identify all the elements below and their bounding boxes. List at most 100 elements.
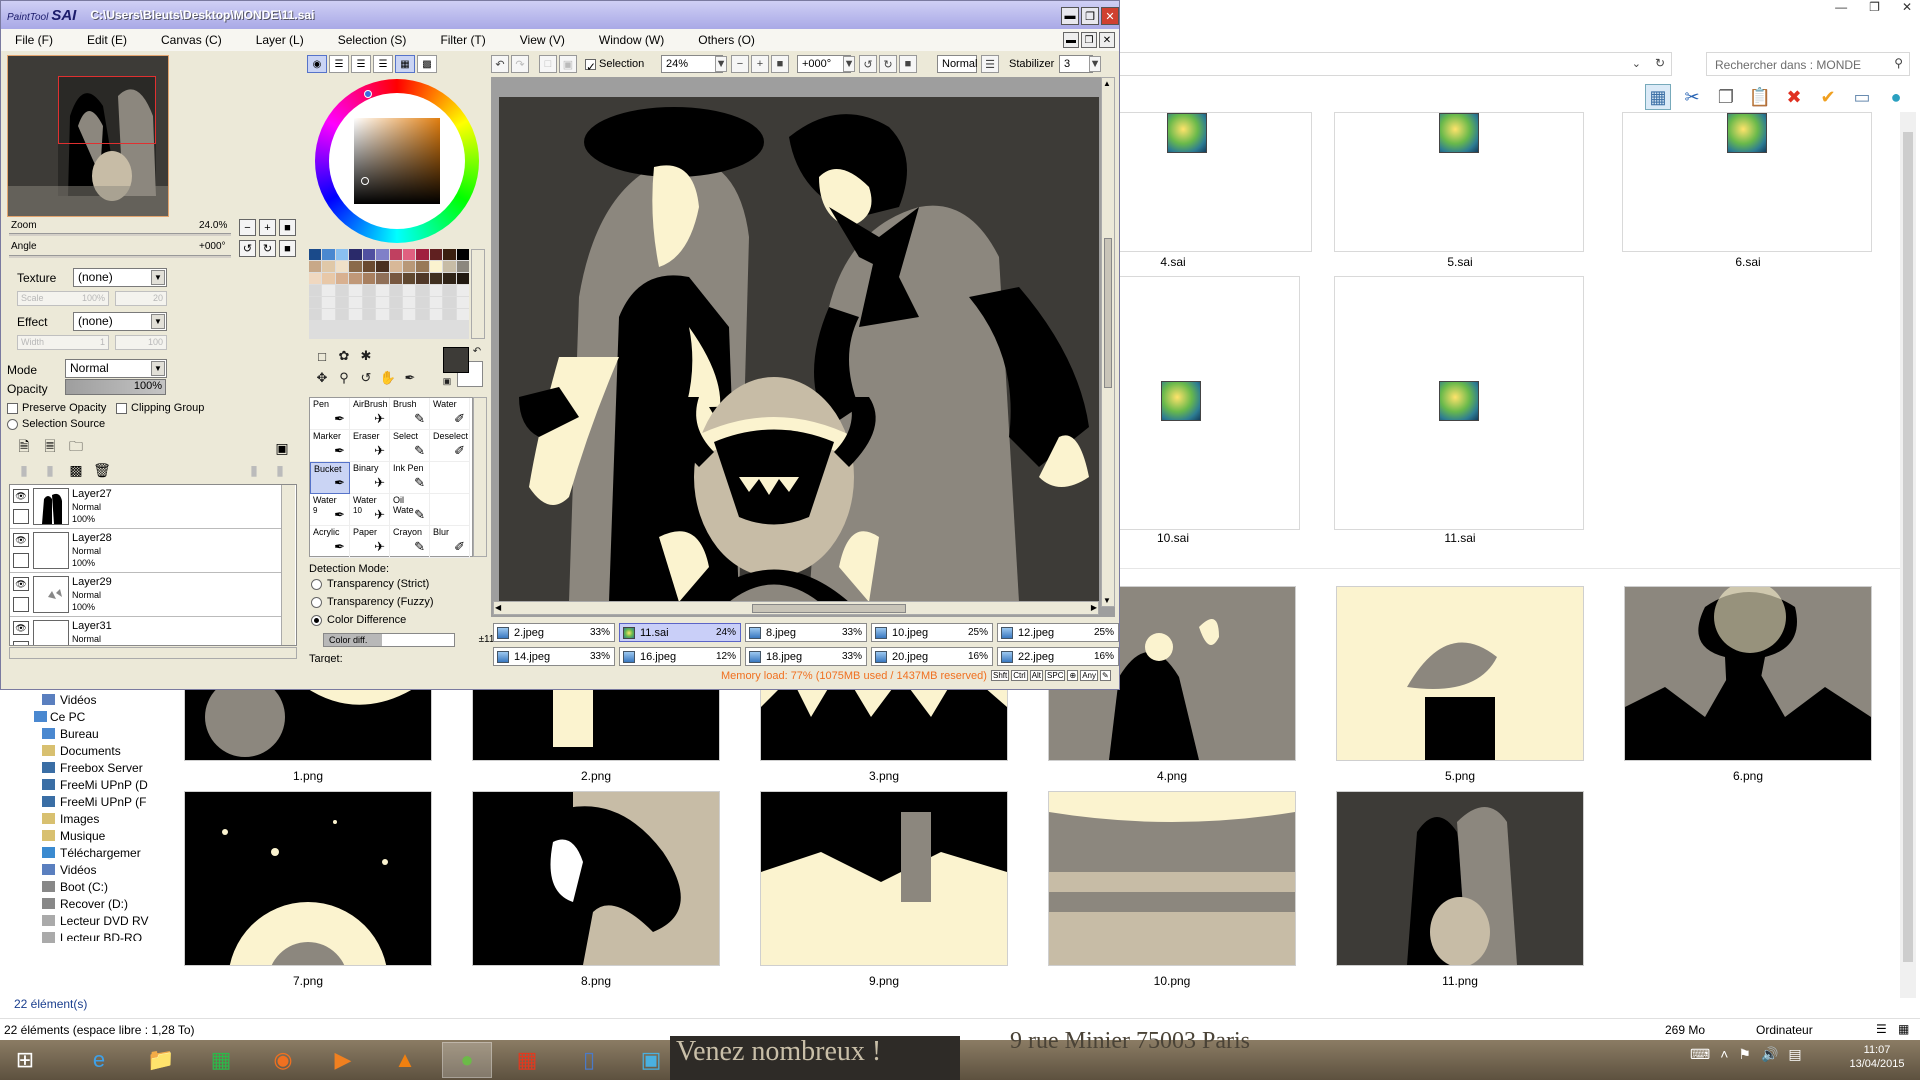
swatches-tab-icon[interactable]: ▦: [395, 55, 415, 73]
new-folder-icon[interactable]: 🗀: [67, 438, 85, 457]
file-card-11-sai[interactable]: [1334, 276, 1584, 530]
layer-row[interactable]: 👁 Layer28 Normal 100%: [10, 529, 282, 573]
tool-binary[interactable]: Binary ✈: [350, 462, 390, 494]
large-icons-view-icon[interactable]: ▦: [1898, 1022, 1909, 1036]
menu-edit[interactable]: Edit (E): [73, 33, 127, 47]
document-tab[interactable]: 14.jpeg 33%: [493, 647, 615, 666]
tool-blur[interactable]: Blur ✐: [430, 526, 470, 558]
color-swatch[interactable]: [429, 297, 443, 308]
blend-field[interactable]: Normal: [937, 55, 977, 73]
nav-item[interactable]: Vidéos: [60, 693, 96, 707]
zoom-out-icon[interactable]: −: [731, 55, 749, 73]
color-swatch[interactable]: [416, 261, 429, 272]
color-swatch[interactable]: [322, 309, 335, 320]
color-swatch[interactable]: [322, 297, 335, 308]
nav-item[interactable]: Lecteur DVD RV: [60, 914, 148, 928]
color-swatch[interactable]: [416, 273, 429, 284]
document-tab[interactable]: 16.jpeg 12%: [619, 647, 741, 666]
menu-others[interactable]: Others (O): [684, 33, 755, 47]
tool-crayon[interactable]: Crayon ✎: [390, 526, 430, 558]
start-button[interactable]: ⊞: [0, 1042, 50, 1078]
navigator-preview[interactable]: [7, 55, 169, 217]
rotate-right-button[interactable]: ↻: [259, 240, 276, 257]
minimize-icon[interactable]: —: [1835, 0, 1847, 14]
color-swatch[interactable]: [349, 285, 362, 296]
layer-row[interactable]: 👁 Layer29 Normal 100%: [10, 573, 282, 617]
close-icon[interactable]: ✕: [1101, 7, 1119, 25]
color-swatch[interactable]: [429, 249, 443, 260]
mdi-close-icon[interactable]: ✕: [1099, 32, 1115, 48]
color-swatch[interactable]: [362, 273, 376, 284]
eye-icon[interactable]: 👁: [13, 489, 29, 503]
alt-key[interactable]: Alt: [1029, 670, 1044, 681]
color-swatch[interactable]: [362, 297, 376, 308]
document-tab[interactable]: 20.jpeg 16%: [871, 647, 993, 666]
explorer-icon[interactable]: 📁: [136, 1042, 186, 1078]
minimize-icon[interactable]: ▬: [1061, 7, 1079, 25]
magic-wand-icon[interactable]: ✱: [357, 347, 375, 365]
document-tab[interactable]: 10.jpeg 25%: [871, 623, 993, 642]
ctrl-key[interactable]: Ctrl: [1011, 670, 1028, 681]
artwork-canvas[interactable]: [499, 97, 1099, 602]
nav-item[interactable]: Lecteur BD-RO: [60, 931, 142, 941]
canvas-h-scrollbar[interactable]: ◀ ▶: [493, 601, 1099, 615]
canvas-v-scrollbar[interactable]: ▲ ▼: [1101, 77, 1115, 607]
zoom-in-icon[interactable]: +: [751, 55, 769, 73]
color-swatch[interactable]: [443, 273, 456, 284]
any-key[interactable]: Any: [1080, 670, 1098, 681]
crosshair-key[interactable]: ⊕: [1067, 670, 1079, 681]
menu-layer[interactable]: Layer (L): [242, 33, 304, 47]
color-swatch[interactable]: [362, 309, 376, 320]
png-thumbnail[interactable]: [1337, 587, 1583, 760]
scratchpad-tab-icon[interactable]: ▩: [417, 55, 437, 73]
color-swatch[interactable]: [335, 309, 349, 320]
layer-row[interactable]: 👁 Layer27 Normal 100%: [10, 485, 282, 529]
rotate-left-button[interactable]: ↺: [239, 240, 256, 257]
move-icon[interactable]: ✥: [313, 369, 331, 387]
paint-tool-sai-icon[interactable]: ●: [442, 1042, 492, 1078]
color-swatch[interactable]: [429, 285, 443, 296]
texture-select[interactable]: (none) ▼: [73, 268, 167, 287]
clear-layer-icon[interactable]: ▩: [67, 461, 85, 479]
color-wheel-tab-icon[interactable]: ◉: [307, 55, 327, 73]
keyboard-icon[interactable]: ⌨: [1690, 1046, 1710, 1063]
tool-select[interactable]: Select ✎: [390, 430, 430, 462]
color-swatches[interactable]: [309, 249, 469, 339]
chevron-down-icon[interactable]: ▼: [843, 56, 855, 72]
delete-icon[interactable]: ✖: [1781, 84, 1807, 110]
color-swatch[interactable]: [309, 249, 322, 260]
layer-row[interactable]: 👁 Layer31 Normal: [10, 617, 282, 645]
nav-item[interactable]: Vidéos: [60, 863, 96, 877]
refresh-icon[interactable]: ↻: [1655, 56, 1665, 70]
app-icon[interactable]: ▦: [502, 1042, 552, 1078]
color-swatch[interactable]: [402, 297, 416, 308]
clock[interactable]: 11:07 13/04/2015: [1842, 1043, 1912, 1071]
color-swatch[interactable]: [335, 297, 349, 308]
rotate-reset-button[interactable]: ■: [279, 240, 296, 257]
color-swatch[interactable]: [309, 261, 322, 272]
color-swatch[interactable]: [402, 261, 416, 272]
gradation-tab-icon[interactable]: ☰: [373, 55, 393, 73]
file-card-5-sai[interactable]: [1334, 112, 1584, 252]
mdi-restore-icon[interactable]: ❐: [1081, 32, 1097, 48]
color-swatch[interactable]: [362, 285, 376, 296]
transparent-color-icon[interactable]: ▣: [441, 375, 453, 387]
color-swatch[interactable]: [376, 249, 389, 260]
nav-item[interactable]: Images: [60, 812, 99, 826]
rotate-icon[interactable]: ↺: [357, 369, 375, 387]
eye-icon[interactable]: 👁: [13, 621, 29, 635]
mdi-minimize-icon[interactable]: ▬: [1063, 32, 1079, 48]
color-swatch[interactable]: [335, 285, 349, 296]
color-swatch[interactable]: [402, 309, 416, 320]
tool-water[interactable]: Water 9 ✒: [310, 494, 350, 526]
nav-item[interactable]: Ce PC: [50, 710, 85, 724]
maximize-icon[interactable]: ❐: [1081, 7, 1099, 25]
nav-item[interactable]: Téléchargemer: [60, 846, 141, 860]
color-swatch[interactable]: [335, 249, 349, 260]
scroll-right-icon[interactable]: ▶: [1091, 603, 1097, 612]
color-swatch[interactable]: [389, 273, 402, 284]
color-swatch[interactable]: [362, 261, 376, 272]
network-icon[interactable]: ▤: [1788, 1046, 1801, 1063]
file-card-6-sai[interactable]: [1622, 112, 1872, 252]
rotate-right-icon[interactable]: ↻: [879, 55, 897, 73]
